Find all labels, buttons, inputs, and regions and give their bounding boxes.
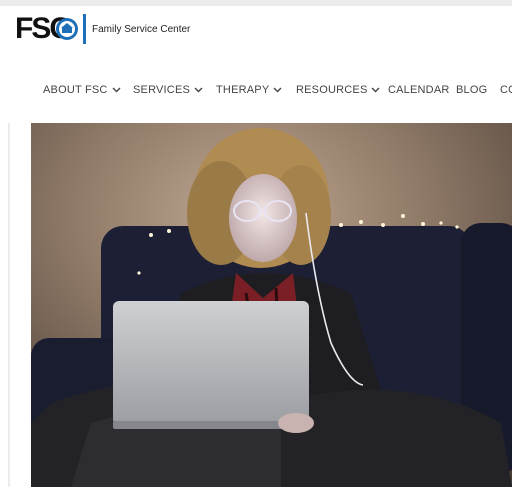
nav-item-calendar[interactable]: CALENDAR bbox=[388, 84, 450, 96]
nav-item-blog[interactable]: BLOG bbox=[456, 84, 487, 96]
chevron-down-icon bbox=[112, 87, 121, 93]
site-header: FSC Family Service Center bbox=[0, 6, 512, 58]
nav-item-label: ABOUT FSC bbox=[43, 84, 108, 96]
logo-divider bbox=[83, 14, 86, 44]
chevron-down-icon bbox=[194, 87, 203, 93]
content-divider bbox=[8, 123, 10, 487]
site-logo[interactable]: FSC Family Service Center bbox=[15, 12, 190, 46]
nav-item-label: CO bbox=[500, 84, 512, 96]
main-nav: ABOUT FSC SERVICES THERAPY RESOURCES CAL… bbox=[0, 72, 512, 112]
hero-photo bbox=[31, 123, 512, 487]
nav-item-label: SERVICES bbox=[133, 84, 191, 96]
chevron-down-icon bbox=[371, 87, 380, 93]
page: FSC Family Service Center ABOUT FSC SERV… bbox=[0, 6, 512, 487]
org-name: Family Service Center bbox=[92, 23, 191, 35]
nav-item-contact[interactable]: CO bbox=[500, 84, 512, 96]
nav-item-label: CALENDAR bbox=[388, 84, 450, 96]
nav-item-resources[interactable]: RESOURCES bbox=[296, 84, 380, 96]
nav-item-label: RESOURCES bbox=[296, 84, 368, 96]
chevron-down-icon bbox=[273, 87, 282, 93]
nav-item-about[interactable]: ABOUT FSC bbox=[43, 84, 121, 96]
logo-seal-icon bbox=[56, 18, 78, 40]
nav-item-services[interactable]: SERVICES bbox=[133, 84, 203, 96]
nav-item-therapy[interactable]: THERAPY bbox=[216, 84, 282, 96]
nav-item-label: BLOG bbox=[456, 84, 488, 96]
hero-image bbox=[31, 123, 512, 487]
nav-item-label: THERAPY bbox=[216, 84, 270, 96]
